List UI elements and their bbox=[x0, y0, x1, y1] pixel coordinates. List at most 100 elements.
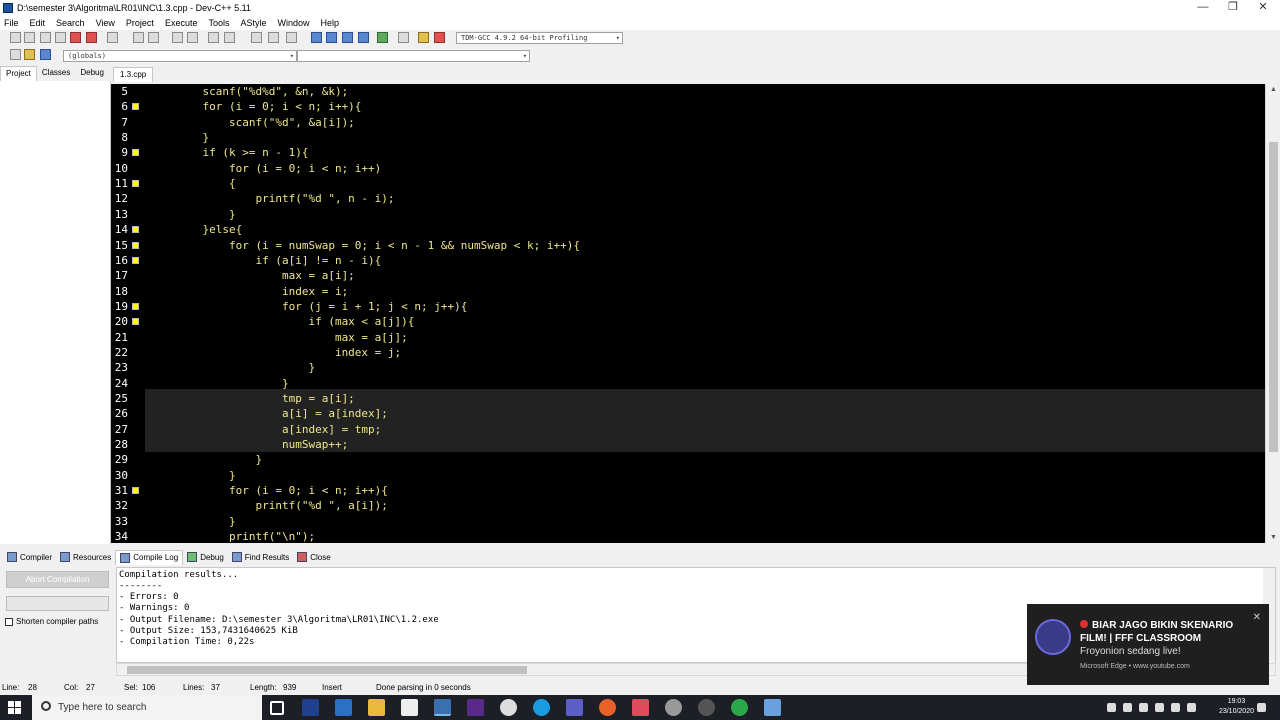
code-line[interactable]: 29 } bbox=[111, 452, 1265, 467]
teams-icon[interactable] bbox=[566, 699, 583, 716]
remove-from-project-icon[interactable] bbox=[358, 32, 369, 43]
indent-icon[interactable] bbox=[208, 32, 219, 43]
settings-gear-icon[interactable] bbox=[665, 699, 682, 716]
close-window-button[interactable]: ✕ bbox=[1240, 0, 1280, 16]
project-browser[interactable] bbox=[0, 81, 111, 544]
unindent-icon[interactable] bbox=[224, 32, 235, 43]
tab-close[interactable]: Close bbox=[293, 550, 334, 565]
code-line[interactable]: 11 { bbox=[111, 176, 1265, 191]
code-line[interactable]: 21 max = a[j]; bbox=[111, 330, 1265, 345]
menu-window[interactable]: Window bbox=[278, 18, 310, 28]
mail-icon[interactable] bbox=[335, 699, 352, 716]
open-file-icon[interactable] bbox=[24, 32, 35, 43]
code-line[interactable]: 28 numSwap++; bbox=[111, 437, 1265, 452]
save-icon[interactable] bbox=[40, 32, 51, 43]
code-line[interactable]: 9 if (k >= n - 1){ bbox=[111, 145, 1265, 160]
code-line[interactable]: 22 index = j; bbox=[111, 345, 1265, 360]
code-line[interactable]: 20 if (max < a[j]){ bbox=[111, 314, 1265, 329]
code-line[interactable]: 31 for (i = 0; i < n; i++){ bbox=[111, 483, 1265, 498]
windows-start-icon[interactable] bbox=[8, 701, 21, 714]
network-icon[interactable] bbox=[1171, 703, 1180, 712]
back-icon[interactable] bbox=[251, 32, 262, 43]
microphone-icon[interactable] bbox=[1139, 703, 1148, 712]
fold-marker-icon[interactable] bbox=[132, 226, 139, 234]
code-line[interactable]: 19 for (j = i + 1; j < n; j++){ bbox=[111, 299, 1265, 314]
close-all-icon[interactable] bbox=[86, 32, 97, 43]
store-icon[interactable] bbox=[401, 699, 418, 716]
forward-icon[interactable] bbox=[268, 32, 279, 43]
code-editor[interactable]: 5 scanf("%d%d", &n, &k); 6 for (i = 0; i … bbox=[111, 84, 1265, 543]
tab-classes[interactable]: Classes bbox=[37, 66, 75, 82]
scroll-down-icon[interactable]: ▼ bbox=[1270, 534, 1277, 541]
tab-resources[interactable]: Resources bbox=[56, 550, 115, 565]
menu-edit[interactable]: Edit bbox=[30, 18, 46, 28]
input-language-icon[interactable] bbox=[1187, 703, 1196, 712]
code-line[interactable]: 32 printf("%d ", a[i]); bbox=[111, 498, 1265, 513]
menu-tools[interactable]: Tools bbox=[208, 18, 229, 28]
fold-marker-icon[interactable] bbox=[132, 487, 139, 495]
scrollbar-thumb[interactable] bbox=[1269, 142, 1278, 452]
tab-debug-bottom[interactable]: Debug bbox=[183, 550, 228, 565]
code-line[interactable]: 17 max = a[i]; bbox=[111, 268, 1265, 283]
code-line[interactable]: 7 scanf("%d", &a[i]); bbox=[111, 115, 1265, 130]
fold-marker-icon[interactable] bbox=[132, 318, 139, 326]
taskbar-search[interactable]: Type here to search bbox=[32, 695, 262, 720]
code-line[interactable]: 27 a[index] = tmp; bbox=[111, 422, 1265, 437]
print-icon[interactable] bbox=[107, 32, 118, 43]
code-line[interactable]: 23 } bbox=[111, 360, 1265, 375]
code-line[interactable]: 12 printf("%d ", n - i); bbox=[111, 191, 1265, 206]
toggle-bookmark-icon[interactable] bbox=[24, 49, 35, 60]
file-explorer-icon[interactable] bbox=[368, 699, 385, 716]
code-line[interactable]: 33 } bbox=[111, 514, 1265, 529]
fold-marker-icon[interactable] bbox=[132, 103, 139, 111]
save-all-icon[interactable] bbox=[55, 32, 66, 43]
code-line[interactable]: 16 if (a[i] != n - i){ bbox=[111, 253, 1265, 268]
code-line[interactable]: 14 }else{ bbox=[111, 222, 1265, 237]
close-icon[interactable]: ✕ bbox=[1253, 612, 1261, 623]
code-line[interactable]: 10 for (i = 0; i < n; i++) bbox=[111, 161, 1265, 176]
clock-app-icon[interactable] bbox=[698, 699, 715, 716]
taskbar-clock[interactable]: 19:03 23/10/2020 bbox=[1219, 697, 1254, 717]
code-line[interactable]: 30 } bbox=[111, 468, 1265, 483]
code-line[interactable]: 15 for (i = numSwap = 0; i < n - 1 && nu… bbox=[111, 238, 1265, 253]
editor-vertical-scrollbar[interactable]: ▲ ▼ bbox=[1265, 84, 1280, 543]
app-icon[interactable] bbox=[632, 699, 649, 716]
fold-marker-icon[interactable] bbox=[132, 241, 139, 249]
menu-execute[interactable]: Execute bbox=[165, 18, 198, 28]
code-line[interactable]: 25 tmp = a[i]; bbox=[111, 391, 1265, 406]
code-line[interactable]: 24 } bbox=[111, 376, 1265, 391]
tab-project[interactable]: Project bbox=[0, 66, 37, 82]
tab-find-results[interactable]: Find Results bbox=[228, 550, 293, 565]
undo-icon[interactable] bbox=[133, 32, 144, 43]
menu-file[interactable]: File bbox=[4, 18, 19, 28]
tab-debug[interactable]: Debug bbox=[75, 66, 109, 82]
function-select[interactable]: ▾ bbox=[297, 50, 530, 62]
onedrive-icon[interactable] bbox=[1123, 703, 1132, 712]
shorten-paths-checkbox[interactable]: Shorten compiler paths bbox=[5, 617, 98, 626]
find-icon[interactable] bbox=[172, 32, 183, 43]
menu-project[interactable]: Project bbox=[126, 18, 154, 28]
notification-toast[interactable]: ✕ BIAR JAGO BIKIN SKENARIO FILM! | FFF C… bbox=[1027, 604, 1269, 685]
scope-select[interactable]: (globals) ▾ bbox=[63, 50, 297, 62]
tab-compiler[interactable]: Compiler bbox=[3, 550, 56, 565]
brave-icon[interactable] bbox=[599, 699, 616, 716]
code-line[interactable]: 18 index = i; bbox=[111, 284, 1265, 299]
task-view-icon[interactable] bbox=[270, 701, 284, 715]
menu-astyle[interactable]: AStyle bbox=[240, 18, 266, 28]
code-line[interactable]: 6 for (i = 0; i < n; i++){ bbox=[111, 99, 1265, 114]
new-file-icon[interactable] bbox=[10, 32, 21, 43]
whatsapp-icon[interactable] bbox=[731, 699, 748, 716]
fold-marker-icon[interactable] bbox=[132, 180, 139, 188]
premiere-icon[interactable] bbox=[467, 699, 484, 716]
checkbox-box[interactable] bbox=[5, 617, 13, 626]
menu-view[interactable]: View bbox=[96, 18, 115, 28]
scrollbar-thumb[interactable] bbox=[127, 666, 527, 674]
devcpp-taskbar-icon[interactable] bbox=[434, 699, 451, 716]
stop-icon[interactable] bbox=[398, 32, 409, 43]
debug-icon[interactable] bbox=[434, 32, 445, 43]
project-options-icon[interactable] bbox=[326, 32, 337, 43]
goto-bookmark-icon[interactable] bbox=[40, 49, 51, 60]
notepad-icon[interactable] bbox=[764, 699, 781, 716]
chrome-icon[interactable] bbox=[500, 699, 517, 716]
bookmark-icon[interactable] bbox=[286, 32, 297, 43]
